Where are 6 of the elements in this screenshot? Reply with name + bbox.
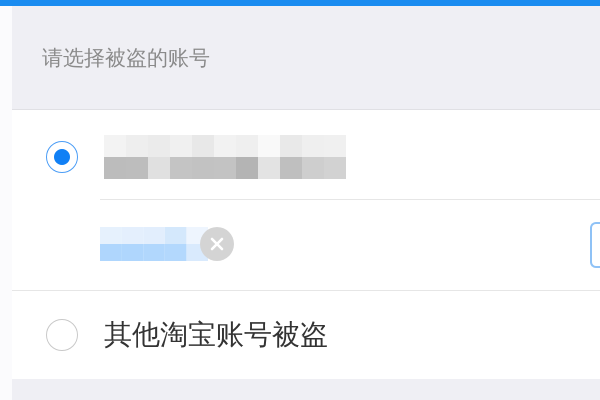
- radio-button[interactable]: [46, 140, 78, 172]
- radio-button[interactable]: [46, 319, 78, 351]
- section-title: 请选择被盗的账号: [42, 44, 210, 72]
- clear-icon[interactable]: [200, 227, 234, 261]
- option-label: 其他淘宝账号被盗: [104, 317, 328, 353]
- partial-button[interactable]: [590, 222, 600, 268]
